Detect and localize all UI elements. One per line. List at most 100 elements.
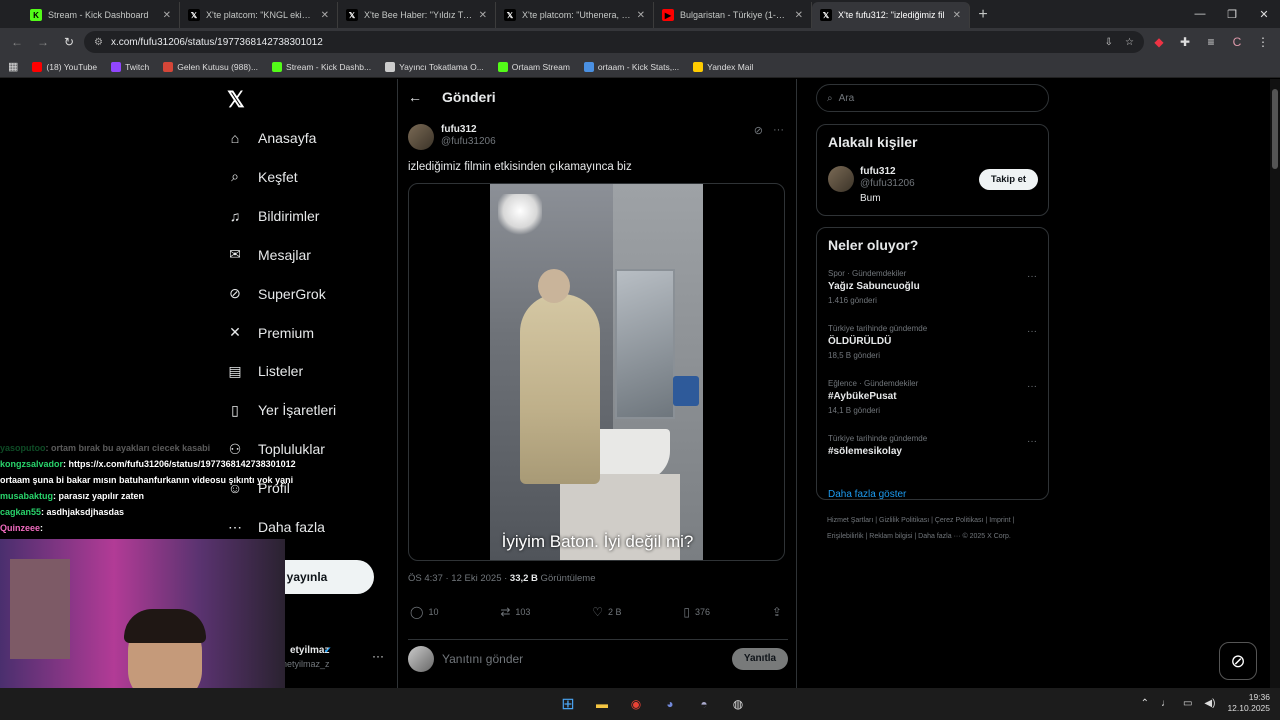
bookmark-item[interactable]: Twitch xyxy=(111,61,149,72)
bookmark-item[interactable]: Yandex Mail xyxy=(693,61,753,72)
reload-icon[interactable]: ↻ xyxy=(58,31,80,53)
related-avatar[interactable] xyxy=(828,166,854,192)
tab-title: Stream - Kick Dashboard xyxy=(48,10,149,20)
reply-count: 10 xyxy=(428,607,439,617)
nav-item[interactable]: ▤ Listeler xyxy=(226,356,303,386)
browser-tab[interactable]: 𝕏 X'te fufu312: "izlediğimiz fil ✕ xyxy=(812,2,970,28)
nav-item[interactable]: ✉ Mesajlar xyxy=(226,240,311,270)
profile-avatar-icon[interactable]: C xyxy=(1226,31,1248,53)
chrome-icon[interactable]: ◉ xyxy=(624,692,648,716)
x-logo-icon[interactable]: 𝕏 xyxy=(227,87,245,113)
new-tab-button[interactable]: + xyxy=(970,2,996,28)
browser-tab[interactable]: 𝕏 X'te platcom: "Uthenera, KNGL ✕ xyxy=(496,2,654,28)
nav-item[interactable]: ▯ Yer İşaretleri xyxy=(226,395,336,425)
media-icon[interactable]: ≡ xyxy=(1200,31,1222,53)
site-info-icon[interactable]: ⚙ xyxy=(94,37,103,48)
minimize-icon[interactable]: — xyxy=(1184,0,1216,28)
back-icon[interactable]: ← xyxy=(6,31,28,53)
menu-icon[interactable]: ⋮ xyxy=(1252,31,1274,53)
show-more-link[interactable]: Daha fazla göster xyxy=(817,482,1048,510)
trend-item[interactable]: Türkiye tarihinde gündemde ÖLDÜRÜLDÜ 18,5 … xyxy=(817,317,1048,372)
install-icon[interactable]: ⇩ xyxy=(1105,37,1113,48)
close-tab-icon[interactable]: ✕ xyxy=(479,10,487,21)
bookmark-item[interactable]: Gelen Kutusu (988)... xyxy=(163,61,258,72)
trend-item[interactable]: Spor · Gündemdekiler Yağız Sabuncuoğlu 1.4… xyxy=(817,262,1048,317)
nav-item[interactable]: ⌕ Keşfet xyxy=(226,162,298,192)
obs-icon[interactable]: ◍ xyxy=(726,692,750,716)
related-name[interactable]: fufu312 xyxy=(860,166,915,177)
search-input[interactable]: ⌕ Ara xyxy=(816,84,1049,112)
avatar[interactable] xyxy=(408,124,434,150)
close-tab-icon[interactable]: ✕ xyxy=(321,10,329,21)
steam-icon[interactable]: ◓ xyxy=(692,692,716,716)
repost-action[interactable]: ⇄ 103 xyxy=(500,605,530,619)
grok-floating-button[interactable]: ⊘ xyxy=(1219,642,1257,680)
bookmark-action[interactable]: ▯ 376 xyxy=(683,605,710,619)
like-action[interactable]: ♡ 2 B xyxy=(592,605,621,619)
browser-tab[interactable]: 𝕏 X'te Bee Haber: "Yıldız Tilbe, m ✕ xyxy=(338,2,496,28)
video-player[interactable]: İyiyim Baton. İyi değil mi? xyxy=(408,183,785,561)
follow-button[interactable]: Takip et xyxy=(979,169,1038,190)
url-field[interactable]: ⚙ x.com/fufu31206/status/197736814273830… xyxy=(84,31,1144,53)
my-avatar xyxy=(408,645,434,672)
more-icon[interactable]: ··· xyxy=(773,124,784,137)
post-column: ← Gönderi fufu312 @fufu31206 ⊘ ··· izled… xyxy=(398,79,796,688)
trend-more-icon[interactable]: ··· xyxy=(1027,271,1037,282)
browser-tab[interactable]: ▶ Bulgaristan - Türkiye (1-6) Maç ✕ xyxy=(654,2,812,28)
trend-item[interactable]: Türkiye tarihinde gündemde #sölemesikolay… xyxy=(817,427,1048,482)
close-tab-icon[interactable]: ✕ xyxy=(795,10,803,21)
trend-more-icon[interactable]: ··· xyxy=(1027,436,1037,447)
scrollbar[interactable] xyxy=(1270,79,1280,688)
clock[interactable]: 19:36 12.10.2025 xyxy=(1227,692,1270,714)
reply-action[interactable]: ◯ 10 xyxy=(410,605,438,619)
nav-item[interactable]: ⊘ SuperGrok xyxy=(226,279,326,309)
mic-icon[interactable]: ♩ xyxy=(1161,698,1171,709)
nav-item[interactable]: ♫ Bildirimler xyxy=(226,201,320,231)
share-action[interactable]: ⇪ xyxy=(772,605,782,619)
close-tab-icon[interactable]: ✕ xyxy=(637,10,645,21)
network-icon[interactable]: ▭ xyxy=(1183,698,1192,709)
forward-icon[interactable]: → xyxy=(32,31,54,53)
post-author[interactable]: fufu312 @fufu31206 xyxy=(408,124,496,150)
restore-icon[interactable]: ❐ xyxy=(1216,0,1248,28)
bookmark-item[interactable]: Yayıncı Tokatlama O... xyxy=(385,61,484,72)
reply-button[interactable]: Yanıtla xyxy=(732,647,788,670)
close-tab-icon[interactable]: ✕ xyxy=(953,10,961,21)
back-arrow-icon[interactable]: ← xyxy=(408,89,422,105)
bookmark-item[interactable]: Stream - Kick Dashb... xyxy=(272,61,371,72)
start-icon[interactable]: ⊞ xyxy=(556,692,580,716)
trend-item[interactable]: Eğlence · Gündemdekiler #AybükePusat 14,1 … xyxy=(817,372,1048,427)
discord-icon[interactable]: ◕ xyxy=(658,692,682,716)
file-explorer-icon[interactable]: ▬ xyxy=(590,692,614,716)
grok-icon[interactable]: ⊘ xyxy=(754,124,763,137)
account-more-icon[interactable]: ··· xyxy=(372,649,384,663)
trend-more-icon[interactable]: ··· xyxy=(1027,326,1037,337)
trend-more-icon[interactable]: ··· xyxy=(1027,381,1037,392)
chat-message: kongzsalvador: https://x.com/fufu31206/s… xyxy=(0,456,330,472)
close-tab-icon[interactable]: ✕ xyxy=(163,10,171,21)
puzzle-icon[interactable]: ✚ xyxy=(1174,31,1196,53)
nav-item[interactable]: ⌂ Anasayfa xyxy=(226,123,317,153)
footer-links[interactable]: Hizmet Şartları | Gizlilik Politikası | … xyxy=(827,513,1047,545)
browser-tab[interactable]: 𝕏 X'te platcom: "KNGL ekibiyle ge ✕ xyxy=(180,2,338,28)
bookmark-item[interactable]: ortaam - Kick Stats,... xyxy=(583,61,679,72)
browser-tab[interactable]: K Stream - Kick Dashboard ✕ xyxy=(22,2,180,28)
author-handle[interactable]: @fufu31206 xyxy=(441,136,496,147)
post-time[interactable]: ÖS 4:37 · 12 Eki 2025 · xyxy=(408,573,510,584)
star-icon[interactable]: ☆ xyxy=(1125,37,1134,48)
related-people-card: Alakalı kişiler fufu312 @fufu31206 Bum T… xyxy=(816,124,1049,216)
close-window-icon[interactable]: ✕ xyxy=(1248,0,1280,28)
bookmark-item[interactable]: (18) YouTube xyxy=(32,61,97,72)
tray-chevron-icon[interactable]: ⌃ xyxy=(1141,698,1149,709)
nav-item[interactable]: ✕ Premium xyxy=(226,318,314,348)
reply-input[interactable]: Yanıtını gönder xyxy=(442,652,724,666)
trend-name: #sölemesikolay xyxy=(828,446,902,457)
video-frame[interactable] xyxy=(490,184,703,560)
author-name[interactable]: fufu312 xyxy=(441,124,496,135)
apps-icon[interactable]: ▦ xyxy=(8,60,18,73)
bookmark-item[interactable]: Ortaam Stream xyxy=(497,61,570,72)
extension-icon[interactable]: ◆ xyxy=(1148,31,1170,53)
related-handle[interactable]: @fufu31206 xyxy=(860,178,915,189)
search-icon: ⌕ xyxy=(827,92,833,104)
volume-icon[interactable]: ◀) xyxy=(1204,698,1215,709)
